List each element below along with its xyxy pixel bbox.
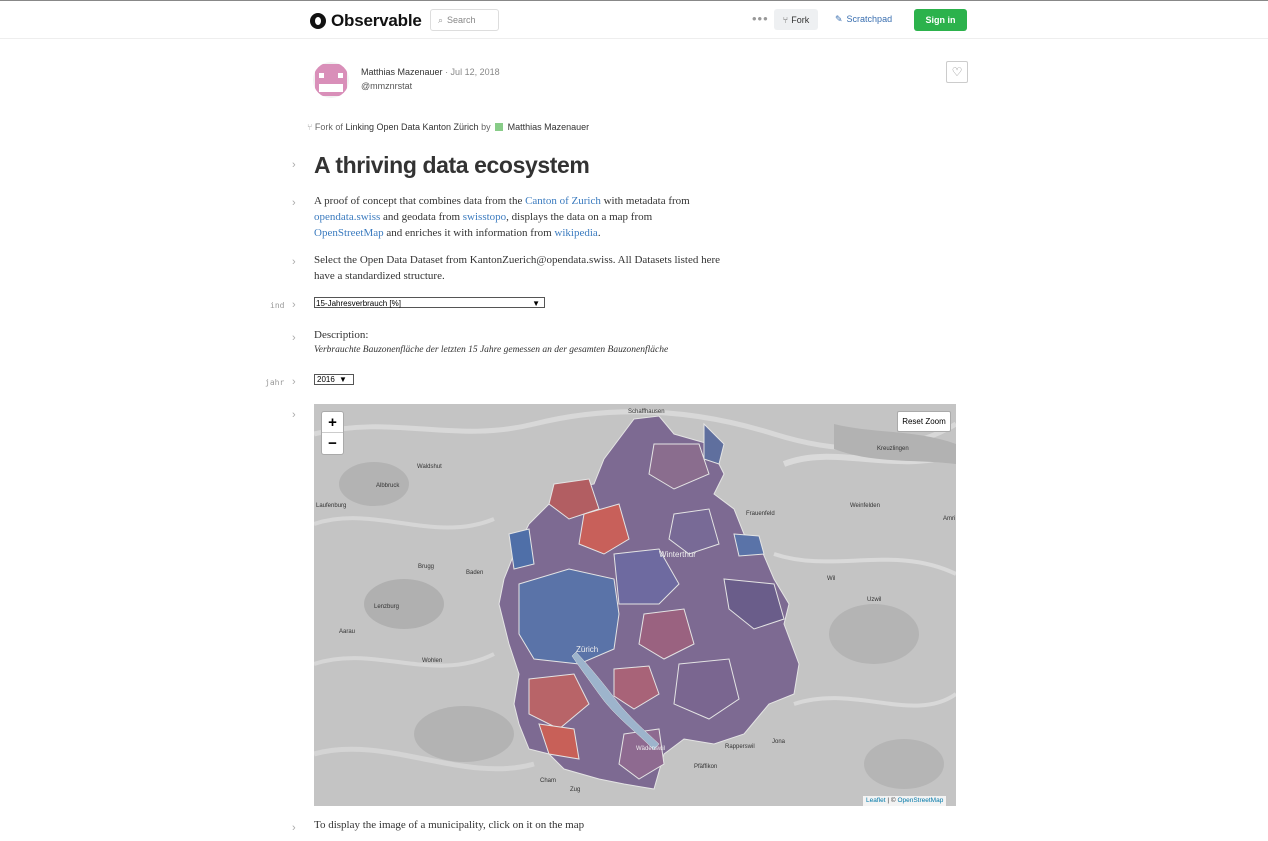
map-label: Kreuzlingen	[877, 446, 909, 452]
map-label: Winterthur	[659, 550, 696, 559]
map-label: Albbruck	[376, 483, 400, 489]
fork-note: ⑂ Fork of Linking Open Data Kanton Züric…	[307, 122, 589, 132]
app-name: Observable	[331, 11, 422, 30]
edit-icon: ✎	[835, 14, 843, 24]
zoom-in-button[interactable]: +	[322, 412, 343, 433]
map-label: Wil	[827, 576, 836, 582]
cell-expand-chevron[interactable]: ›	[292, 822, 296, 834]
like-heart-icon[interactable]: ♡	[946, 61, 968, 83]
fork-small-icon: ⑂	[307, 122, 313, 132]
map-label: Cham	[540, 778, 557, 784]
map-label: Lenzburg	[374, 604, 400, 610]
page-title: A thriving data ecosystem	[314, 152, 590, 178]
fork-source-link[interactable]: Linking Open Data Kanton Zürich	[345, 122, 478, 132]
search-placeholder: Search	[447, 15, 476, 25]
publish-date: · Jul 12, 2018	[445, 67, 500, 77]
search-icon: ⌕	[438, 14, 444, 25]
map-label: Aarau	[339, 629, 356, 635]
dataset-select-value: 15-Jahresverbrauch [%]	[316, 299, 401, 308]
fork-button-label: Fork	[791, 14, 810, 25]
observable-logo-icon	[310, 13, 326, 29]
fork-source-author[interactable]: Matthias Mazenauer	[508, 122, 590, 132]
more-menu-icon[interactable]: •••	[752, 11, 769, 26]
author-line: Matthias Mazenauer · Jul 12, 2018	[361, 67, 500, 77]
fork-button[interactable]: ⑂ Fork	[774, 9, 818, 30]
select-instruction: Select the Open Data Dataset from Kanton…	[314, 254, 721, 282]
cell-expand-chevron[interactable]: ›	[292, 299, 296, 311]
map-label: Baden	[466, 570, 484, 576]
map-zoom-control: + −	[321, 411, 344, 455]
map-attribution: Leaflet | © OpenStreetMap	[863, 796, 947, 806]
swisstopo-link[interactable]: swisstopo	[463, 211, 506, 223]
fork-icon: ⑂	[782, 14, 789, 25]
sign-in-button[interactable]: Sign in	[914, 9, 967, 31]
intro-paragraph: A proof of concept that combines data fr…	[314, 195, 690, 239]
map-label: Schaffhausen	[628, 409, 665, 415]
dropdown-arrow-icon: ▼	[532, 299, 540, 308]
map-label: Zug	[570, 787, 581, 793]
map-label: Brugg	[418, 564, 435, 570]
cell-expand-chevron[interactable]: ›	[292, 256, 296, 268]
leaflet-link[interactable]: Leaflet	[866, 797, 886, 804]
scratchpad-link[interactable]: ✎ Scratchpad	[835, 14, 892, 25]
description-label: Description:	[314, 329, 369, 341]
map-label: Zürich	[576, 645, 599, 654]
map-label: Pfäffikon	[694, 764, 718, 770]
dropdown-arrow-icon: ▼	[339, 375, 347, 384]
zoom-out-button[interactable]: −	[322, 433, 343, 454]
year-select[interactable]: 2016 ▼	[314, 374, 354, 385]
canton-zurich-link[interactable]: Canton of Zurich	[525, 195, 601, 207]
dataset-select[interactable]: 15-Jahresverbrauch [%] ▼	[314, 297, 545, 308]
map-canvas[interactable]	[314, 404, 956, 806]
map-label: Uzwil	[867, 597, 882, 603]
cell-variable-ind: ind	[270, 301, 285, 310]
fork-prefix: Fork of	[314, 122, 343, 132]
fork-by: by	[481, 122, 491, 132]
sign-in-label: Sign in	[925, 15, 956, 25]
year-select-value: 2016	[317, 375, 335, 384]
cell-expand-chevron[interactable]: ›	[292, 332, 296, 344]
wikipedia-link[interactable]: wikipedia	[554, 227, 597, 239]
cell-variable-jahr: jahr	[265, 378, 285, 387]
cell-expand-chevron[interactable]: ›	[292, 159, 296, 171]
opendata-swiss-link[interactable]: opendata.swiss	[314, 211, 380, 223]
map-label: Frauenfeld	[746, 511, 775, 517]
cell-expand-chevron[interactable]: ›	[292, 409, 296, 421]
description-text: Verbrauchte Bauzonenfläche der letzten 1…	[314, 345, 669, 355]
map-label: Amri	[943, 516, 956, 522]
cell-expand-chevron[interactable]: ›	[292, 376, 296, 388]
avatar[interactable]	[313, 62, 349, 98]
map-label: Waldshut	[417, 464, 442, 470]
openstreetmap-link[interactable]: OpenStreetMap	[314, 227, 384, 239]
author-handle[interactable]: @mmznrstat	[361, 81, 412, 91]
map-label: Wädenswil	[636, 746, 666, 752]
scratchpad-label: Scratchpad	[846, 14, 893, 24]
reset-zoom-button[interactable]: Reset Zoom	[897, 411, 951, 432]
map-label: Wohlen	[422, 658, 443, 664]
openstreetmap-attribution-link[interactable]: OpenStreetMap	[897, 797, 943, 804]
map-hint: To display the image of a municipality, …	[314, 819, 585, 831]
author-name[interactable]: Matthias Mazenauer	[361, 67, 443, 77]
search-input[interactable]: ⌕ Search	[430, 9, 499, 31]
map-label: Jona	[772, 739, 786, 745]
source-author-avatar	[495, 123, 504, 131]
map-label: Rapperswil	[725, 744, 755, 750]
map-label: Laufenburg	[316, 503, 347, 509]
top-header: Observable ⌕ Search ••• ⑂ Fork ✎ Scratch…	[0, 1, 1268, 39]
observable-logo[interactable]: Observable	[310, 11, 422, 31]
map-label: Weinfelden	[850, 503, 880, 509]
cell-expand-chevron[interactable]: ›	[292, 197, 296, 209]
leaflet-map[interactable]: Schaffhausen Kreuzlingen Waldshut Albbru…	[314, 404, 956, 806]
